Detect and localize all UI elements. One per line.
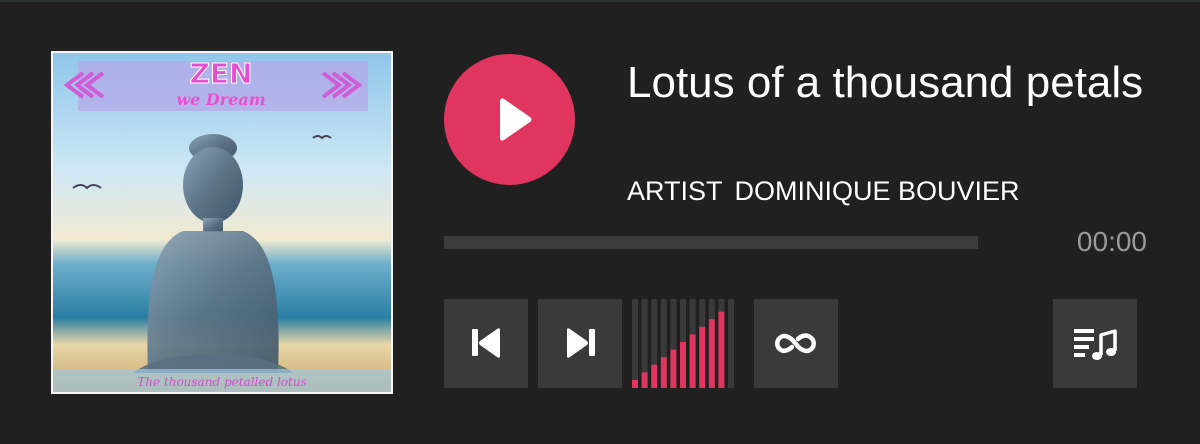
skip-previous-icon — [472, 328, 500, 358]
artist-name: DOMINIQUE BOUVIER — [734, 176, 1020, 206]
volume-bar-level — [670, 349, 677, 388]
cover-caption: The thousand petalled lotus — [137, 375, 307, 389]
volume-bar-level — [632, 380, 638, 388]
cover-subtitle: we Dream — [176, 90, 265, 109]
volume-bar-level — [718, 311, 725, 388]
volume-bar-track — [728, 299, 734, 388]
repeat-icon — [775, 333, 816, 354]
skip-next-icon — [567, 328, 595, 358]
volume-bar-level — [689, 334, 696, 388]
cover-title: ZEN — [190, 57, 253, 90]
volume-bar-level — [699, 326, 706, 388]
playlist-music-icon — [1074, 329, 1117, 360]
play-button[interactable] — [444, 54, 575, 185]
audio-player: ZEN we Dream The thousand petalled lotus… — [0, 0, 1200, 444]
volume-bar-level — [660, 357, 667, 388]
volume-control[interactable] — [632, 299, 746, 388]
artist-row: ARTIST DOMINIQUE BOUVIER — [627, 174, 1020, 208]
playlist-button[interactable] — [1053, 299, 1137, 388]
time-display: 00:00 — [1076, 226, 1147, 257]
artist-label: ARTIST — [627, 176, 723, 206]
next-button[interactable] — [538, 299, 622, 388]
progress-bar[interactable] — [444, 236, 978, 249]
volume-bar-level — [680, 342, 686, 388]
repeat-button[interactable] — [754, 299, 838, 388]
volume-bar-track — [632, 299, 638, 388]
volume-bar-level — [641, 372, 648, 388]
album-cover: ZEN we Dream The thousand petalled lotus — [51, 51, 393, 394]
volume-bar-level — [651, 364, 658, 388]
play-icon — [500, 98, 532, 141]
album-art-image: ZEN we Dream The thousand petalled lotus — [53, 53, 391, 392]
volume-meter — [632, 299, 734, 388]
previous-button[interactable] — [444, 299, 528, 388]
volume-bar-level — [708, 319, 715, 388]
track-title: Lotus of a thousand petals — [627, 58, 1144, 107]
